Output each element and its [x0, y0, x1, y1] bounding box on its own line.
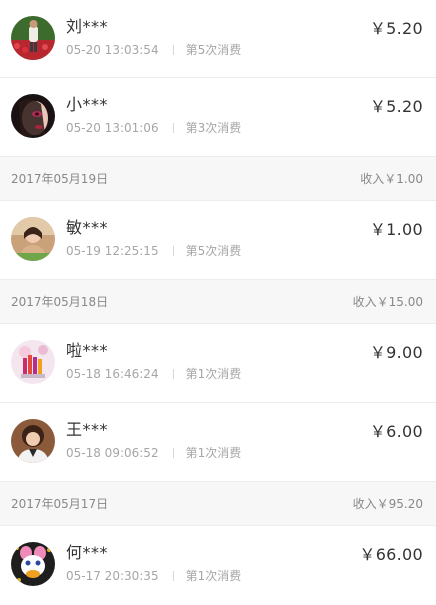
amount: ￥5.20 [369, 19, 423, 38]
group-date: 2017年05月17日 [11, 497, 109, 511]
visit-count: 第1次消费 [185, 569, 242, 583]
divider [172, 45, 174, 55]
date-group-header: 2017年05月17日 收入￥95.20 [0, 482, 436, 526]
amount: ￥9.00 [369, 343, 423, 362]
record-meta: 05-20 13:01:06 第3次消费 [66, 120, 241, 136]
amount: ￥6.00 [369, 422, 423, 441]
customer-name: 小*** [66, 95, 109, 114]
group-date: 2017年05月18日 [11, 295, 109, 309]
list-item[interactable]: 小*** 05-20 13:01:06 第3次消费 ￥5.20 [0, 78, 436, 157]
record-meta: 05-18 09:06:52 第1次消费 [66, 445, 241, 461]
visit-count: 第5次消费 [185, 43, 242, 57]
list-item[interactable]: 刘*** 05-20 13:03:54 第5次消费 ￥5.20 [0, 0, 436, 78]
customer-name: 敏*** [66, 218, 109, 237]
record-time: 05-18 16:46:24 [66, 367, 159, 381]
avatar [11, 94, 55, 138]
date-group-header: 2017年05月19日 收入￥1.00 [0, 157, 436, 201]
list-item[interactable]: 啦*** 05-18 16:46:24 第1次消费 ￥9.00 [0, 324, 436, 403]
record-time: 05-19 12:25:15 [66, 244, 159, 258]
customer-name: 刘*** [66, 17, 109, 36]
lipsticks-avatar-icon [11, 340, 55, 384]
amount: ￥1.00 [369, 220, 423, 239]
list-item[interactable]: 敏*** 05-19 12:25:15 第5次消费 ￥1.00 [0, 201, 436, 280]
visit-count: 第5次消费 [185, 244, 242, 258]
group-income: 收入￥95.20 [352, 497, 423, 511]
avatar [11, 217, 55, 261]
avatar [11, 419, 55, 463]
record-time: 05-20 13:03:54 [66, 43, 159, 57]
list-item[interactable]: 何*** 05-17 20:30:35 第1次消费 ￥66.00 [0, 526, 436, 605]
record-meta: 05-18 16:46:24 第1次消费 [66, 366, 241, 382]
group-date: 2017年05月19日 [11, 172, 109, 186]
record-time: 05-18 09:06:52 [66, 446, 159, 460]
avatar [11, 542, 55, 586]
divider [172, 246, 174, 256]
customer-name: 王*** [66, 420, 109, 439]
record-meta: 05-20 13:03:54 第5次消费 [66, 42, 241, 58]
avatar [11, 340, 55, 384]
record-time: 05-17 20:30:35 [66, 569, 159, 583]
divider [172, 123, 174, 133]
date-group-header: 2017年05月18日 收入￥15.00 [0, 280, 436, 324]
woman-portrait-avatar-icon [11, 217, 55, 261]
divider [172, 448, 174, 458]
customer-name: 何*** [66, 543, 109, 562]
visit-count: 第1次消费 [185, 367, 242, 381]
amount: ￥66.00 [359, 545, 423, 564]
divider [172, 571, 174, 581]
consumption-record-list: 刘*** 05-20 13:03:54 第5次消费 ￥5.20 小*** 05-2… [0, 0, 436, 605]
visit-count: 第3次消费 [185, 121, 242, 135]
group-income: 收入￥1.00 [360, 172, 423, 186]
flower-field-avatar-icon [11, 16, 55, 60]
record-time: 05-20 13:01:06 [66, 121, 159, 135]
cartoon-duck-avatar-icon [11, 542, 55, 586]
visit-count: 第1次消费 [185, 446, 242, 460]
makeup-face-avatar-icon [11, 94, 55, 138]
amount: ￥5.20 [369, 97, 423, 116]
record-meta: 05-17 20:30:35 第1次消费 [66, 568, 241, 584]
avatar [11, 16, 55, 60]
woman-curly-avatar-icon [11, 419, 55, 463]
divider [172, 369, 174, 379]
list-item[interactable]: 王*** 05-18 09:06:52 第1次消费 ￥6.00 [0, 403, 436, 482]
record-meta: 05-19 12:25:15 第5次消费 [66, 243, 241, 259]
group-income: 收入￥15.00 [352, 295, 423, 309]
customer-name: 啦*** [66, 341, 109, 360]
